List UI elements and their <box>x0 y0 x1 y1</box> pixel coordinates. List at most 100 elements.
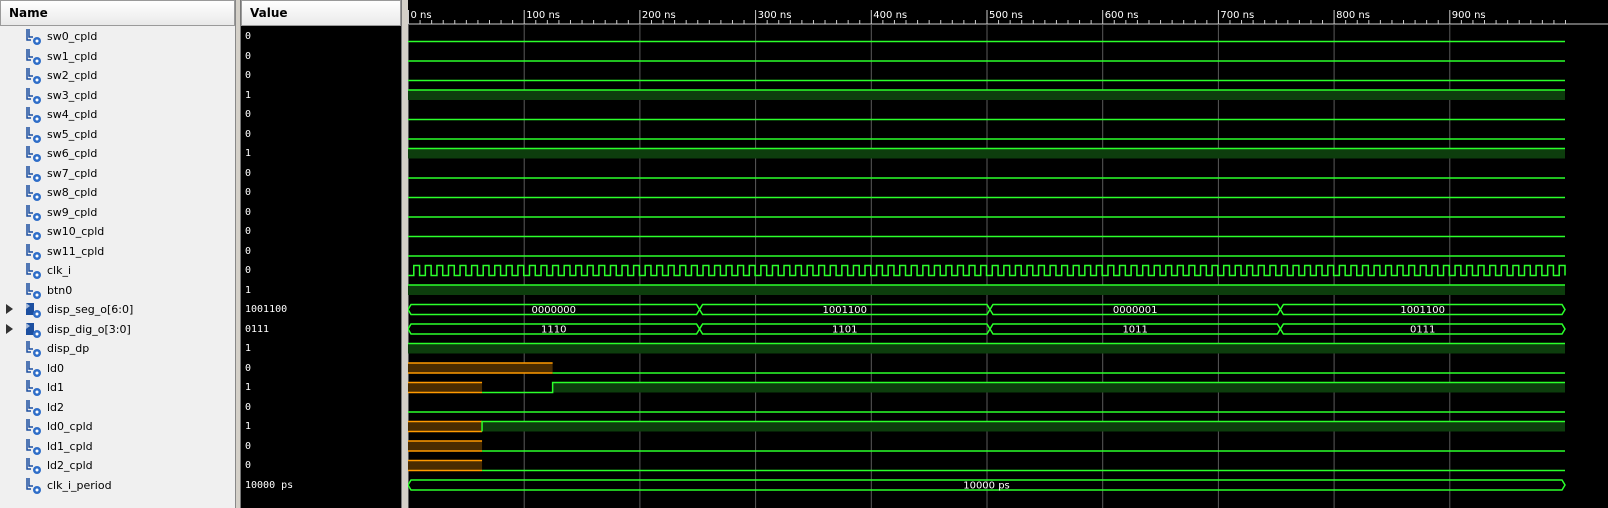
signal-value-row[interactable]: 0 <box>241 359 403 379</box>
signal-row[interactable]: ld1_cpld <box>0 437 236 457</box>
signal-value: 10000 ps <box>245 479 294 491</box>
signal-value-row[interactable]: 1001100 <box>241 300 403 320</box>
bus-value-label: 1101 <box>832 325 857 336</box>
signal-row[interactable]: clk_i_period <box>0 476 236 496</box>
signal-name: sw0_cpld <box>47 30 98 43</box>
signal-value: 1 <box>245 148 252 159</box>
signal-value: 0 <box>245 440 252 452</box>
signal-row[interactable]: sw11_cpld <box>0 242 236 262</box>
signal-value: 0 <box>245 31 252 42</box>
signal-name: disp_dp <box>47 342 90 355</box>
waveform-canvas[interactable]: 0 ns 100 ns 200 ns 300 ns 400 ns 500 ns 600 ns… <box>408 0 1608 508</box>
signal-row[interactable]: disp_seg_o[6:0] <box>0 300 236 320</box>
signal-row[interactable]: ld1 <box>0 378 236 398</box>
signal-name: disp_dig_o[3:0] <box>47 322 131 336</box>
bus-value-label: 0111 <box>1410 325 1435 336</box>
bus-signal-icon <box>24 301 42 319</box>
signal-value-row[interactable]: 0 <box>241 66 403 86</box>
bit-signal-icon <box>24 204 42 222</box>
signal-value-row[interactable]: 0 <box>241 47 403 67</box>
clock-waveform <box>408 264 1566 277</box>
signal-row[interactable]: sw6_cpld <box>0 144 236 164</box>
signal-row[interactable]: clk_i <box>0 261 236 281</box>
signal-row[interactable]: disp_dig_o[3:0] <box>0 320 236 340</box>
bit-signal-icon <box>24 126 42 144</box>
ruler-tick-label: 900 ns <box>1452 10 1486 21</box>
signal-value: 1001100 <box>245 304 288 315</box>
signal-value-row[interactable]: 0 <box>241 456 403 476</box>
value-column-header[interactable]: Value <box>241 0 401 26</box>
signal-name: sw1_cpld <box>47 49 98 63</box>
bus-value-label: 1011 <box>1122 325 1147 336</box>
signal-name: sw6_cpld <box>47 147 98 160</box>
signal-row[interactable]: sw9_cpld <box>0 203 236 223</box>
signal-name: ld1_cpld <box>47 439 93 453</box>
signal-value-row[interactable]: 1 <box>241 417 403 437</box>
signal-row[interactable]: sw3_cpld <box>0 86 236 106</box>
signal-name: sw4_cpld <box>47 108 98 121</box>
signal-name: sw5_cpld <box>47 127 98 141</box>
signal-name: sw3_cpld <box>47 88 98 102</box>
bit-signal-icon <box>24 360 42 378</box>
signal-row[interactable]: disp_dp <box>0 339 236 359</box>
bit-signal-icon <box>24 262 42 280</box>
signal-row[interactable]: sw2_cpld <box>0 66 236 86</box>
signal-row[interactable]: sw4_cpld <box>0 105 236 125</box>
signal-row[interactable]: sw10_cpld <box>0 222 236 242</box>
signal-row[interactable]: ld2_cpld <box>0 456 236 476</box>
signal-value-row[interactable]: 1 <box>241 378 403 398</box>
bit-signal-icon <box>24 28 42 46</box>
bit-signal-icon <box>24 438 42 456</box>
signal-value: 0 <box>245 167 252 179</box>
signal-row[interactable]: ld0_cpld <box>0 417 236 437</box>
signal-value-row[interactable]: 0 <box>241 164 403 184</box>
signal-value-row[interactable]: 0 <box>241 183 403 203</box>
signal-value-row[interactable]: 10000 ps <box>241 476 403 496</box>
ruler-tick-label: 400 ns <box>873 10 907 21</box>
undefined-region <box>408 363 553 373</box>
bit-signal-icon <box>24 48 42 66</box>
high-fill <box>408 343 1565 354</box>
signal-value-row[interactable]: 0 <box>241 242 403 262</box>
signal-value-row[interactable]: 0 <box>241 437 403 457</box>
signal-row[interactable]: sw0_cpld <box>0 27 236 47</box>
name-column-header[interactable]: Name <box>0 0 235 26</box>
undefined-region <box>408 460 483 471</box>
signal-row[interactable]: ld0 <box>0 359 236 379</box>
signal-name: clk_i_period <box>47 478 112 492</box>
signal-row[interactable]: ld2 <box>0 398 236 418</box>
signal-value-row[interactable]: 0 <box>241 261 403 281</box>
signal-name: clk_i <box>47 264 72 277</box>
ruler-tick-label: 600 ns <box>1105 10 1139 21</box>
signal-name: sw9_cpld <box>47 205 98 219</box>
signal-row[interactable]: sw7_cpld <box>0 164 236 184</box>
signal-value-row[interactable]: 1 <box>241 281 403 301</box>
signal-value-row[interactable]: 1 <box>241 144 403 164</box>
signal-row[interactable]: sw1_cpld <box>0 47 236 67</box>
signal-value: 0 <box>245 362 252 374</box>
expand-arrow-icon[interactable] <box>6 323 13 334</box>
signal-value-row[interactable]: 1 <box>241 339 403 359</box>
signal-value-row[interactable]: 0 <box>241 222 403 242</box>
signal-value-row[interactable]: 0 <box>241 27 403 47</box>
undefined-region <box>408 441 483 451</box>
waveform-panel[interactable]: 0 ns 100 ns 200 ns 300 ns 400 ns 500 ns 600 ns… <box>408 0 1608 508</box>
signal-value-row[interactable]: 1 <box>241 86 403 106</box>
signal-row[interactable]: sw8_cpld <box>0 183 236 203</box>
bit-signal-icon <box>24 418 42 436</box>
bit-signal-icon <box>24 282 42 300</box>
bit-signal-icon <box>24 243 42 261</box>
expand-arrow-icon[interactable] <box>6 304 13 314</box>
signal-value-row[interactable]: 0 <box>241 203 403 223</box>
signal-row[interactable]: sw5_cpld <box>0 125 236 145</box>
signal-value: 0 <box>245 128 252 140</box>
signal-value-row[interactable]: 0 <box>241 125 403 145</box>
bit-signal-icon <box>24 184 42 202</box>
bus-signal-icon <box>24 321 42 339</box>
signal-value: 0 <box>245 187 252 198</box>
signal-value-row[interactable]: 0 <box>241 105 403 125</box>
signal-value-row[interactable]: 0111 <box>241 320 403 340</box>
bus-value-label: 1001100 <box>822 305 867 316</box>
signal-value-row[interactable]: 0 <box>241 398 403 418</box>
signal-row[interactable]: btn0 <box>0 281 236 301</box>
